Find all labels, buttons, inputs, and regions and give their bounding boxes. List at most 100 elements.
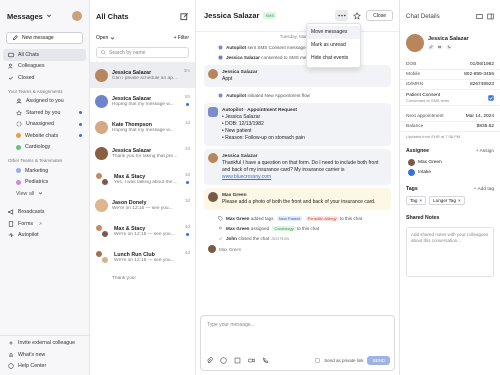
- external-link-icon: [38, 222, 42, 226]
- compose-icon[interactable]: [180, 12, 189, 21]
- sidebar-item-closed[interactable]: Closed: [0, 72, 89, 84]
- chat-list-item[interactable]: Jessica Salazar Hoping that my message w…: [90, 88, 195, 114]
- sidebar-item-broadcasts[interactable]: Broadcasts: [0, 207, 89, 219]
- chat-time: 2d: [184, 146, 190, 151]
- chat-list-item[interactable]: Lunch Run Club We're on 12:15 — see you.…: [90, 244, 195, 270]
- invite-colleague-link[interactable]: Invite external colleague: [0, 338, 89, 350]
- sidebar-item-assigned[interactable]: Assigned to you: [0, 96, 89, 108]
- team-color-icon: [16, 168, 21, 174]
- video-icon[interactable]: [437, 44, 443, 50]
- search-input[interactable]: Search by name: [96, 47, 189, 58]
- event-text: added tags: [250, 215, 274, 221]
- sidebar-item-label: What's new: [18, 351, 46, 358]
- star-icon[interactable]: [353, 11, 362, 20]
- video-icon[interactable]: [248, 357, 255, 364]
- consent-checkbox[interactable]: [488, 94, 494, 101]
- sidebar-item-unassigned[interactable]: Unassigned: [0, 119, 89, 131]
- avatar[interactable]: [72, 11, 82, 21]
- message-text: Please add a photo of both the front and…: [222, 199, 376, 205]
- whats-new-link[interactable]: What's new: [0, 349, 89, 361]
- tag-chip[interactable]: Tag ×: [406, 196, 427, 205]
- assign-button[interactable]: + Assign: [476, 149, 494, 154]
- assignee-item[interactable]: Max Green: [400, 157, 500, 167]
- phone-icon[interactable]: [446, 44, 452, 50]
- chat-list-title: All Chats: [96, 11, 129, 21]
- send-button[interactable]: SEND: [367, 355, 390, 365]
- sidebar-item-website-chats[interactable]: Website chats: [0, 130, 89, 142]
- detail-key: DOB: [406, 62, 417, 67]
- chat-preview: Thank you for taking that presp...: [112, 153, 178, 159]
- message-text: Appt: [222, 76, 233, 82]
- message-composer[interactable]: Type your message... Send as private lin…: [200, 315, 395, 371]
- unread-dot: [79, 134, 82, 138]
- help-icon: [8, 363, 14, 369]
- chat-time: 5h: [184, 94, 190, 99]
- chat-list-item[interactable]: Max & Stacy Yes, I was talking about the…: [90, 166, 195, 192]
- sidebar-item-forms[interactable]: Forms: [0, 218, 89, 230]
- private-link-checkbox[interactable]: [315, 357, 320, 363]
- menu-item-hide-events[interactable]: Hide chat events: [307, 52, 360, 65]
- open-filter-dropdown[interactable]: Open: [96, 35, 115, 41]
- section-label-teams: Other Teams & Teammates: [8, 158, 63, 163]
- event-actor: Autopilot: [226, 44, 247, 50]
- chat-list-item[interactable]: Jason Donely We're on 12:15 — see you...…: [90, 192, 195, 218]
- user-icon: [16, 98, 22, 104]
- chat-list-item[interactable]: Jessica Salazar Thank you for taking tha…: [90, 140, 195, 166]
- detail-key: Mobile: [406, 72, 421, 77]
- sidebar-item-all-chats[interactable]: All Chats: [3, 49, 86, 61]
- add-tag-button[interactable]: + Add tag: [474, 187, 494, 192]
- sidebar-item-autopilot[interactable]: Autopilot: [0, 230, 89, 242]
- event-actor: Max Green: [226, 225, 250, 231]
- close-icon[interactable]: ×: [419, 198, 422, 203]
- consent-sub: Consented to SMS texts: [406, 97, 450, 103]
- chevron-down-icon: [110, 36, 115, 41]
- image-icon[interactable]: [476, 13, 483, 20]
- plus-icon: [8, 340, 14, 346]
- tag-chip[interactable]: Longer Tag ×: [429, 196, 465, 205]
- chat-list-item[interactable]: Jessica Salazar Can I please schedule an…: [90, 62, 195, 88]
- chat-list-item[interactable]: Max & Stacy We're on 12:15 — see you... …: [90, 218, 195, 244]
- filter-button[interactable]: + Filter: [174, 35, 189, 41]
- check-icon: [218, 236, 223, 241]
- chat-list-item[interactable]: Thank you!: [90, 270, 195, 286]
- close-chat-button[interactable]: Close: [366, 10, 393, 21]
- sidebar-item-starred[interactable]: Starred by you: [0, 107, 89, 119]
- emoji-icon[interactable]: [220, 356, 227, 364]
- help-center-link[interactable]: Help Center: [0, 361, 89, 373]
- attach-icon[interactable]: [206, 356, 213, 364]
- sidebar-item-colleagues[interactable]: Colleagues: [0, 61, 89, 73]
- menu-item-move-messages[interactable]: Move messages: [307, 26, 360, 39]
- phone-icon[interactable]: [262, 357, 269, 364]
- sidebar-item-marketing[interactable]: Marketing: [0, 165, 89, 177]
- event-actor: John: [226, 235, 237, 241]
- more-options-button[interactable]: [335, 10, 349, 21]
- assignee-section: Assignee + Assign: [400, 145, 500, 157]
- chat-time: 1d: [184, 120, 190, 125]
- autopilot-form-card: Autopilot · Appointment Request • Jessic…: [204, 103, 391, 146]
- new-message-button[interactable]: New message: [6, 32, 83, 44]
- shared-notes-input[interactable]: Add shared notes with your colleagues ab…: [406, 227, 494, 277]
- assignee-item[interactable]: Intake: [400, 167, 500, 177]
- sidebar-toggle-icon[interactable]: [487, 13, 494, 20]
- conversation-title: Jessica Salazar: [204, 11, 260, 20]
- group-avatar: [95, 223, 110, 239]
- sidebar-item-pediatrics[interactable]: Pediatrics: [0, 177, 89, 189]
- chat-list-item[interactable]: Kate Thompson Hoping that my message w..…: [90, 114, 195, 140]
- chat-preview: Hoping that my message w...: [112, 101, 174, 107]
- chevron-down-icon[interactable]: [46, 13, 52, 19]
- sidebar-item-cardiology[interactable]: Cardiology: [0, 142, 89, 154]
- sidebar-item-label: Pediatrics: [25, 179, 49, 186]
- menu-item-mark-unread[interactable]: Mark as unread: [307, 39, 360, 52]
- form-line: • DOB: 12/13/1982: [222, 121, 264, 127]
- close-icon[interactable]: ×: [458, 198, 461, 203]
- new-message-label: New message: [22, 35, 54, 41]
- sidebar-item-label: Forms: [18, 220, 34, 227]
- unread-dot: [79, 122, 82, 126]
- message-author: Autopilot · Appointment Request: [222, 108, 297, 113]
- view-all-link[interactable]: View all: [0, 188, 89, 200]
- edit-icon[interactable]: [428, 44, 434, 50]
- sidebar-item-label: Broadcasts: [18, 209, 45, 216]
- message-link[interactable]: www.bluecrossny.com: [222, 174, 271, 180]
- template-icon[interactable]: [234, 357, 241, 364]
- sidebar: Messages New message All Chats Colleague…: [0, 0, 90, 375]
